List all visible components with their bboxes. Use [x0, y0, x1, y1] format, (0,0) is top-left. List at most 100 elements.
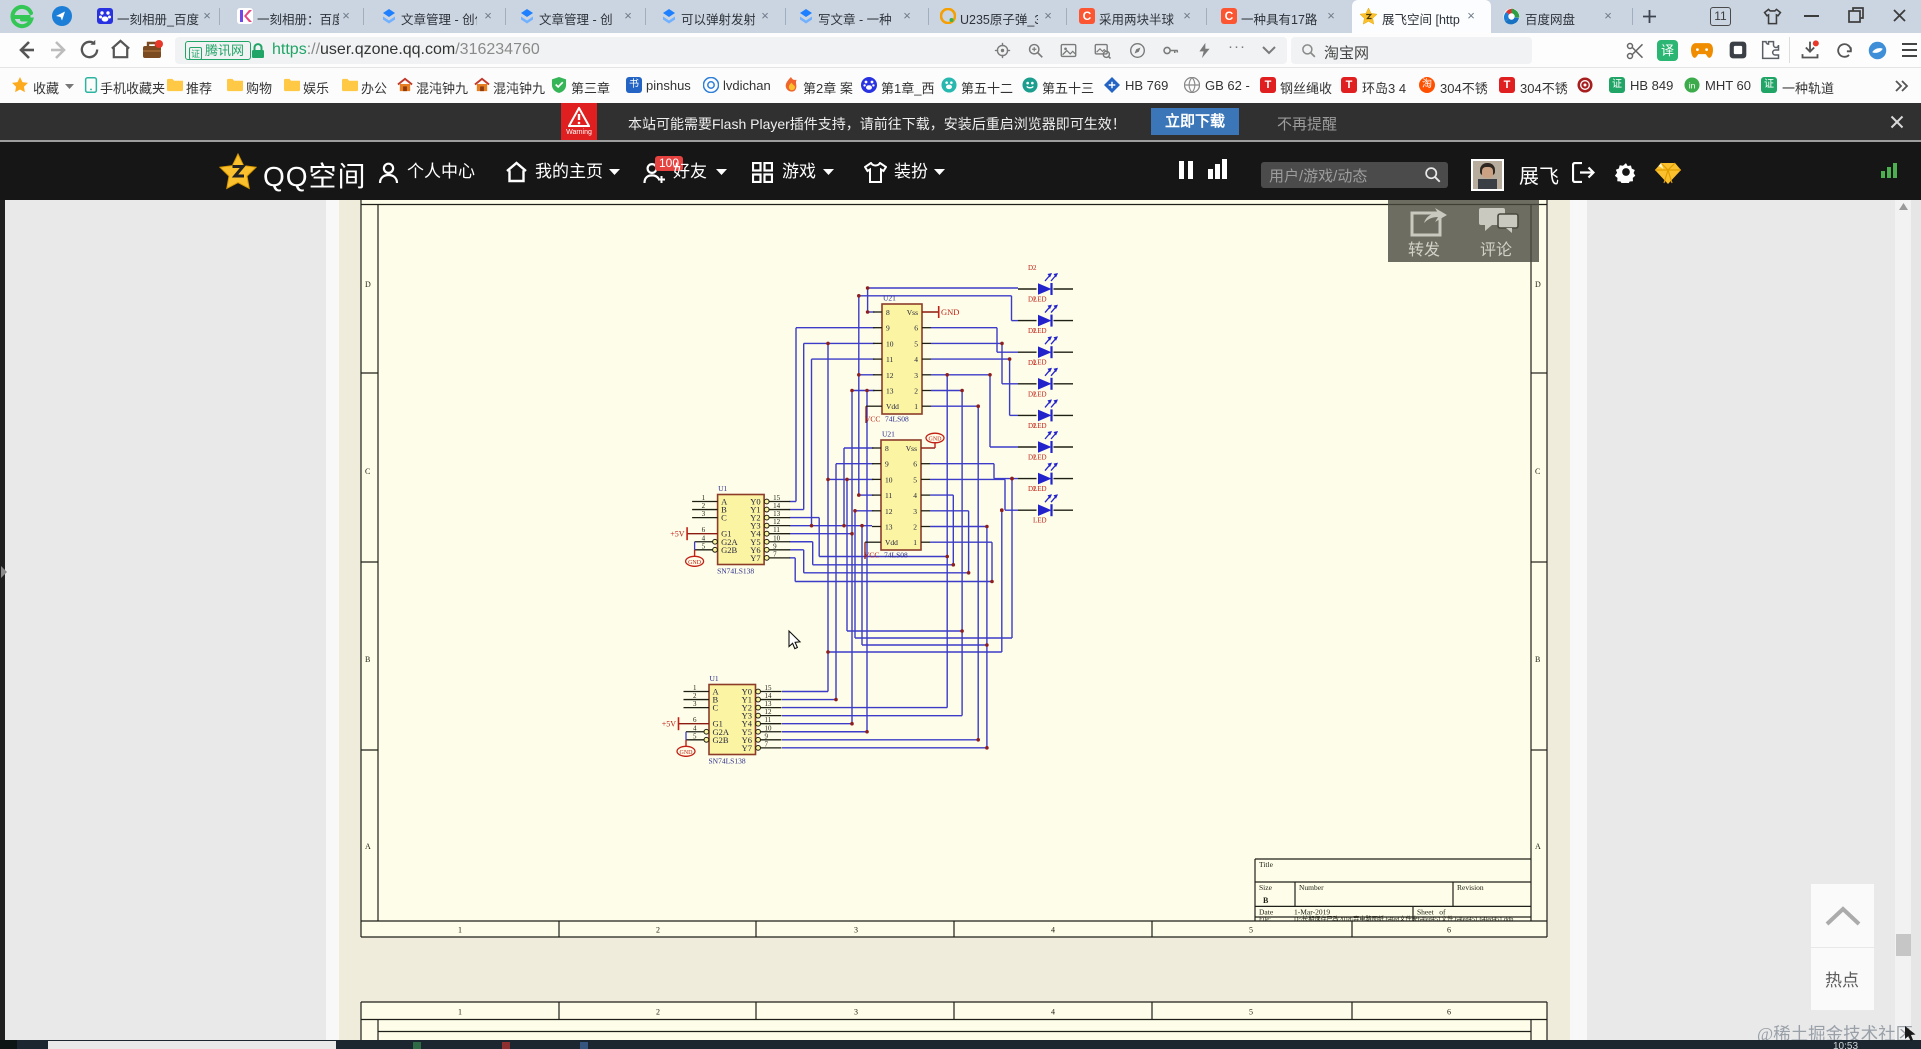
svg-text:4: 4	[1051, 926, 1055, 935]
svg-text:74LS08: 74LS08	[884, 551, 908, 560]
svg-text:15: 15	[765, 684, 773, 692]
svg-text:15: 15	[773, 494, 781, 502]
svg-text:6: 6	[914, 324, 918, 333]
svg-text:3: 3	[854, 1008, 858, 1017]
svg-text:2: 2	[656, 1008, 660, 1017]
svg-text:Size: Size	[1259, 883, 1273, 892]
svg-text:6: 6	[913, 460, 917, 469]
svg-text:3: 3	[913, 507, 917, 516]
svg-text:A: A	[1535, 842, 1541, 851]
svg-text:1: 1	[702, 494, 706, 502]
svg-text:D2: D2	[1028, 390, 1037, 398]
svg-text:C: C	[1535, 467, 1540, 476]
svg-text:D2: D2	[1028, 422, 1037, 430]
svg-text:3: 3	[702, 510, 706, 518]
svg-text:Y7: Y7	[750, 553, 760, 563]
svg-text:GND: GND	[941, 307, 959, 317]
svg-text:1: 1	[693, 684, 697, 692]
svg-text:5: 5	[702, 542, 706, 550]
svg-text:12: 12	[885, 507, 893, 516]
svg-text:9: 9	[886, 324, 890, 333]
svg-text:+5V: +5V	[670, 530, 685, 539]
svg-text:C: C	[721, 513, 727, 523]
svg-text:12: 12	[773, 518, 781, 526]
svg-text:D2: D2	[1028, 327, 1037, 335]
svg-text:Vdd: Vdd	[885, 538, 898, 547]
svg-text:4: 4	[693, 724, 697, 732]
svg-text:10: 10	[885, 475, 893, 484]
svg-text:5: 5	[914, 339, 918, 348]
svg-text:10: 10	[765, 724, 773, 732]
svg-text:6: 6	[1447, 1008, 1451, 1017]
svg-text:File:: File:	[1259, 916, 1271, 923]
svg-text:12: 12	[886, 371, 894, 380]
svg-text:6: 6	[702, 526, 706, 534]
svg-text:D2: D2	[1028, 296, 1037, 304]
svg-text:+5V: +5V	[662, 720, 677, 729]
svg-text:74LS08: 74LS08	[885, 415, 909, 424]
svg-text:14: 14	[773, 502, 781, 510]
svg-text:14: 14	[765, 692, 773, 700]
svg-text:Vss: Vss	[906, 444, 917, 453]
svg-text:1: 1	[913, 538, 917, 547]
svg-text:SN74LS138: SN74LS138	[717, 567, 754, 576]
svg-text:11: 11	[765, 716, 772, 724]
svg-text:6: 6	[693, 716, 697, 724]
svg-text:6: 6	[1447, 926, 1451, 935]
svg-text:Number: Number	[1299, 883, 1324, 892]
svg-text:3: 3	[914, 371, 918, 380]
svg-text:C: C	[365, 467, 370, 476]
svg-text:8: 8	[886, 308, 890, 317]
svg-text:11: 11	[885, 491, 892, 500]
svg-text:Y7: Y7	[742, 743, 752, 753]
svg-text:B: B	[1263, 896, 1269, 905]
svg-text:2: 2	[656, 926, 660, 935]
svg-text:D: D	[365, 280, 371, 289]
svg-text:2: 2	[914, 387, 918, 396]
svg-text:5: 5	[693, 732, 697, 740]
svg-text:9: 9	[885, 460, 889, 469]
svg-text:Revision: Revision	[1457, 883, 1484, 892]
svg-text:GND: GND	[929, 437, 943, 443]
svg-text:9: 9	[773, 542, 777, 550]
svg-text:4: 4	[914, 355, 918, 364]
svg-text:D:\长期保存已改2018\弃电路图纸.64led文件夹64: D:\长期保存已改2018\弃电路图纸.64led文件夹64led451文件.6…	[1294, 915, 1513, 923]
svg-text:U1: U1	[710, 674, 719, 683]
svg-text:2: 2	[693, 692, 697, 700]
svg-text:2: 2	[702, 502, 706, 510]
svg-text:13: 13	[773, 510, 781, 518]
svg-text:11: 11	[886, 355, 893, 364]
svg-text:D2: D2	[1028, 485, 1037, 493]
svg-text:Vss: Vss	[907, 308, 918, 317]
svg-text:U1: U1	[718, 484, 727, 493]
svg-text:GND: GND	[688, 560, 702, 566]
svg-text:7: 7	[765, 740, 769, 748]
svg-text:5: 5	[913, 475, 917, 484]
svg-text:1: 1	[914, 402, 918, 411]
svg-text:3: 3	[854, 926, 858, 935]
svg-text:U21: U21	[883, 294, 896, 303]
svg-text:D2: D2	[1028, 454, 1037, 462]
svg-text:4: 4	[702, 534, 706, 542]
svg-text:B: B	[1535, 655, 1540, 664]
svg-text:10: 10	[886, 339, 894, 348]
svg-text:3: 3	[693, 700, 697, 708]
svg-text:B: B	[365, 655, 370, 664]
svg-text:12: 12	[765, 708, 773, 716]
svg-text:9: 9	[765, 732, 769, 740]
svg-text:2: 2	[913, 523, 917, 532]
svg-text:5: 5	[1249, 1008, 1253, 1017]
svg-text:C: C	[713, 703, 719, 713]
svg-text:5: 5	[1249, 926, 1253, 935]
svg-text:D2: D2	[1028, 264, 1037, 272]
svg-text:VCC: VCC	[865, 415, 880, 424]
svg-text:11: 11	[773, 526, 780, 534]
svg-text:in: in	[1689, 80, 1696, 90]
svg-text:13: 13	[886, 387, 894, 396]
svg-text:4: 4	[1051, 1008, 1055, 1017]
svg-text:A: A	[365, 842, 371, 851]
svg-text:13: 13	[885, 523, 893, 532]
svg-text:Title: Title	[1259, 860, 1274, 869]
svg-text:U21: U21	[882, 430, 895, 439]
svg-text:G2B: G2B	[713, 735, 729, 745]
